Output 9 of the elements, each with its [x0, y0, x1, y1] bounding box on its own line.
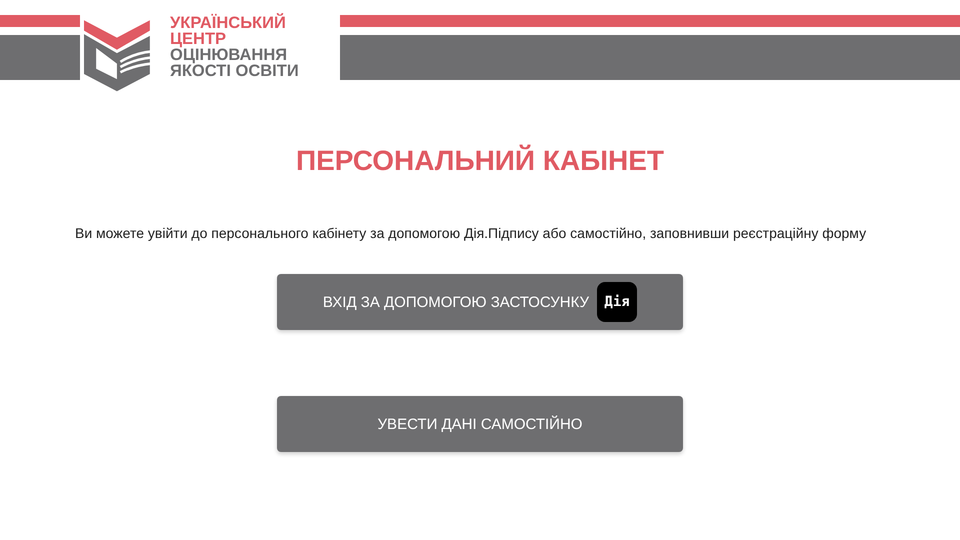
- logo-text: ЦЕНТР: [170, 31, 228, 47]
- app-badge-icon: Дія: [597, 282, 638, 322]
- manual-entry-button[interactable]: УВЕСТИ ДАНІ САМОСТІЙНО: [277, 396, 683, 452]
- logo-text: ЯКОСТІ ОСВІТИ: [170, 63, 299, 79]
- intro-text: Ви можете увійти до персонального кабінету за допомогою Дія.Підпису або самостійно, заповнивши реєстраційну форму: [75, 225, 868, 241]
- app-login-button[interactable]: ВХІД ЗА ДОПОМОГОЮ ЗАСТОСУНКУ Дія: [277, 274, 683, 330]
- logo-text: УКРАЇНСЬКИЙ: [170, 15, 287, 31]
- page-title: ПЕРСОНАЛЬНИЙ КАБІНЕТ: [294, 145, 666, 177]
- logo-text: ОЦІНЮВАННЯ: [170, 47, 288, 63]
